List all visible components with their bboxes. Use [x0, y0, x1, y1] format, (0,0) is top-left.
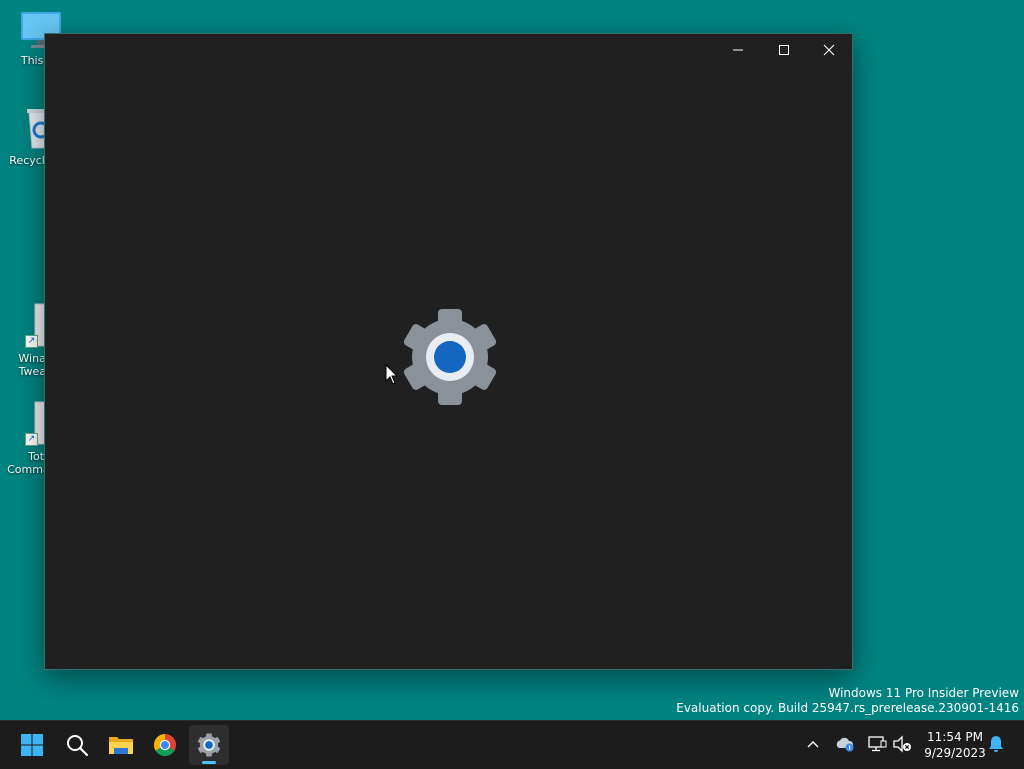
- settings-taskbar-button[interactable]: [189, 725, 229, 765]
- folder-icon: [109, 737, 133, 754]
- maximize-icon: [779, 45, 789, 55]
- clock-date: 9/29/2023: [924, 746, 986, 760]
- active-app-indicator: [202, 761, 216, 764]
- windows-logo-icon: [21, 734, 43, 756]
- minimize-icon: [733, 49, 743, 51]
- chevron-up-icon: [807, 741, 819, 748]
- show-hidden-icons-button[interactable]: [802, 733, 824, 755]
- shortcut-arrow-icon: ↗: [25, 335, 38, 348]
- taskbar: 11:54 PM 9/29/2023: [0, 720, 1024, 769]
- close-button[interactable]: [806, 34, 852, 66]
- watermark-build: Evaluation copy. Build 25947.rs_prerelea…: [676, 701, 1019, 715]
- notification-center-button[interactable]: [985, 733, 1007, 755]
- notification-bell-icon: [989, 736, 1003, 752]
- shortcut-arrow-icon: ↗: [25, 433, 38, 446]
- settings-gear-icon: [197, 733, 221, 757]
- network-icon: [868, 736, 887, 752]
- start-button[interactable]: [12, 725, 52, 765]
- onedrive-tray-button[interactable]: [834, 733, 856, 755]
- evaluation-watermark: Windows 11 Pro Insider Preview Evaluatio…: [676, 686, 1019, 716]
- onedrive-icon: [836, 737, 854, 752]
- mouse-cursor-icon: [385, 364, 399, 385]
- settings-gear-icon: [400, 307, 500, 407]
- search-icon: [67, 735, 89, 757]
- volume-muted-icon: [893, 735, 911, 753]
- maximize-button[interactable]: [761, 34, 807, 66]
- taskbar-clock[interactable]: 11:54 PM 9/29/2023: [916, 729, 994, 761]
- clock-time: 11:54 PM: [927, 730, 983, 744]
- volume-tray-button[interactable]: [891, 733, 913, 755]
- file-explorer-button[interactable]: [101, 725, 141, 765]
- chrome-button[interactable]: [145, 725, 185, 765]
- network-tray-button[interactable]: [866, 733, 888, 755]
- watermark-edition: Windows 11 Pro Insider Preview: [828, 686, 1019, 700]
- close-icon: [823, 44, 835, 56]
- chrome-icon: [154, 734, 176, 756]
- minimize-button[interactable]: [715, 34, 761, 66]
- settings-window[interactable]: [44, 33, 853, 670]
- search-button[interactable]: [57, 725, 97, 765]
